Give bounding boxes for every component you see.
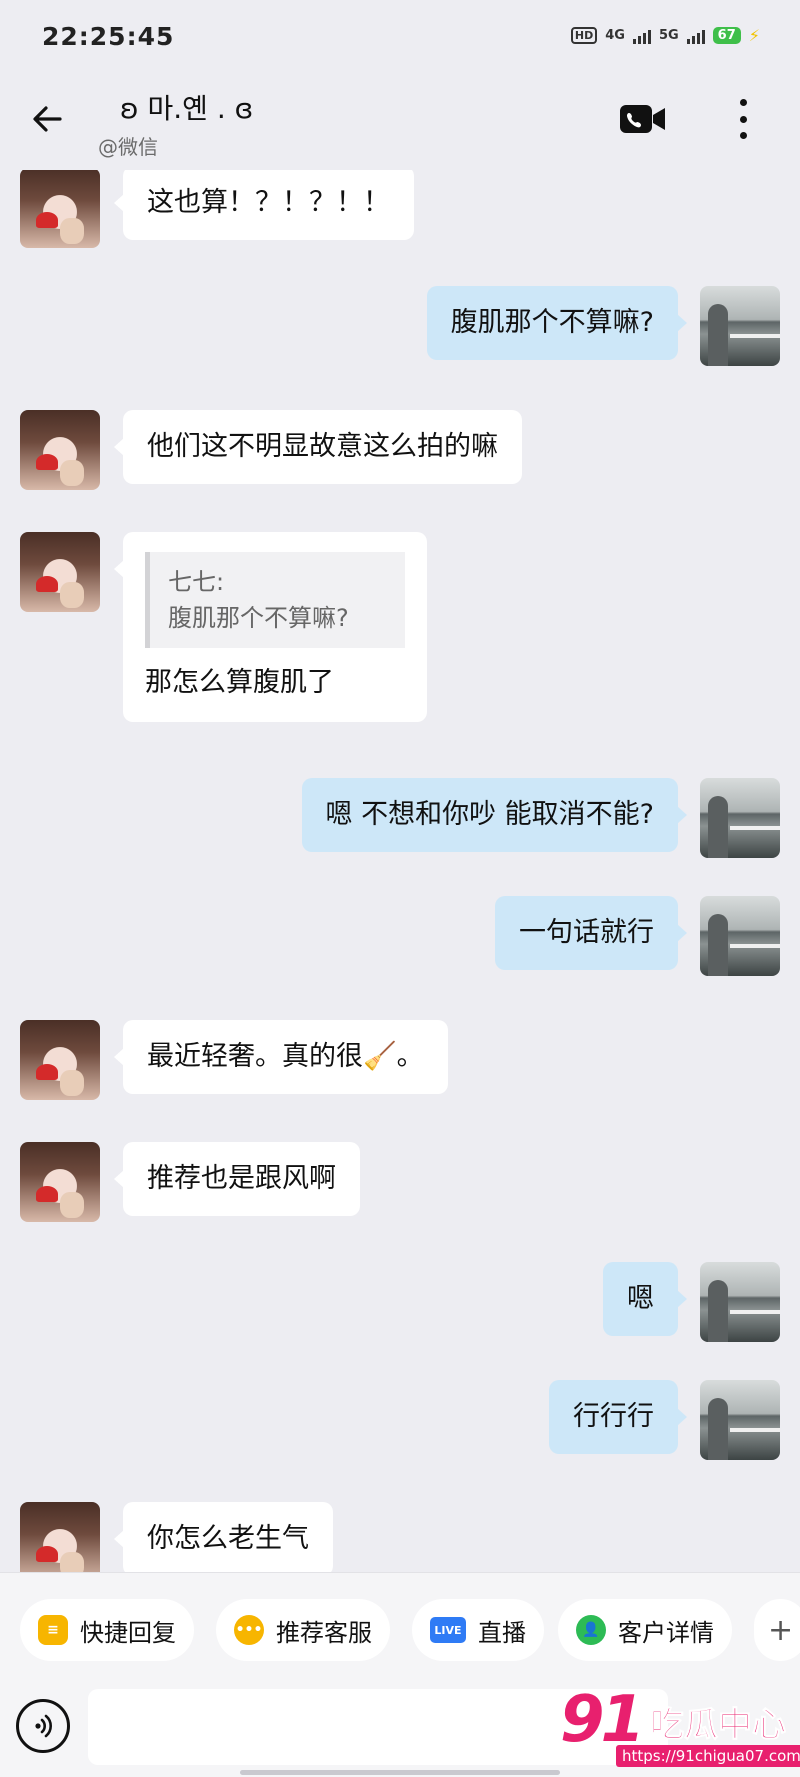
chip-label: 客户详情 (618, 1618, 714, 1647)
message-row: 腹肌那个不算嘛? (0, 286, 800, 366)
status-time: 22:25:45 (42, 22, 175, 51)
contact-avatar[interactable] (20, 170, 100, 248)
chat-header: ʚ 마.옌 . ɞ @微信 (0, 75, 800, 170)
recommend-service-icon: ••• (234, 1615, 264, 1645)
message-bubble[interactable]: 嗯 (603, 1262, 687, 1336)
my-avatar[interactable] (700, 1380, 780, 1460)
chat-title: ʚ 마.옌 . ɞ (120, 92, 254, 125)
contact-avatar[interactable] (20, 1502, 100, 1572)
my-avatar[interactable] (700, 778, 780, 858)
message-row: 行行行 (0, 1380, 800, 1460)
chip-label: 快捷回复 (80, 1618, 176, 1647)
quick-action-bar: ≡ 快捷回复 ••• 推荐客服 LIVE 直播 👤 客户详情 + (0, 1572, 800, 1687)
home-indicator[interactable] (240, 1770, 560, 1775)
message-bubble[interactable]: 推荐也是跟风啊 (114, 1142, 360, 1216)
more-options-button[interactable] (728, 95, 758, 143)
message-row: 这也算！？！？！！ (0, 170, 800, 250)
input-bar: 91 吃瓜中心 https://91chigua07.com (0, 1683, 800, 1777)
my-avatar[interactable] (700, 896, 780, 976)
message-bubble[interactable]: 这也算！？！？！！ (114, 170, 414, 240)
contact-avatar[interactable] (20, 1142, 100, 1222)
status-bar: 22:25:45 HD 4G 5G 67 ⚡ (0, 0, 800, 75)
message-bubble[interactable]: 行行行 (549, 1380, 687, 1454)
contact-avatar[interactable] (20, 410, 100, 490)
signal-4g-icon (632, 28, 651, 44)
more-options-icon (739, 99, 747, 106)
message-row: 嗯 (0, 1262, 800, 1342)
status-icons: HD 4G 5G 67 ⚡ (570, 26, 760, 45)
message-row: 一句话就行 (0, 896, 800, 976)
message-bubble[interactable]: 你怎么老生气 (114, 1502, 333, 1572)
quick-reply-icon: ≡ (38, 1615, 68, 1645)
customer-detail-icon: 👤 (576, 1615, 606, 1645)
contact-avatar[interactable] (20, 1020, 100, 1100)
customer-detail-chip[interactable]: 👤 客户详情 (558, 1599, 732, 1661)
hd-icon: HD (570, 27, 598, 44)
contact-avatar[interactable] (20, 532, 100, 612)
video-call-icon (620, 105, 665, 133)
net-4g-label: 4G (605, 28, 625, 43)
chat-subtitle: @微信 (98, 135, 158, 159)
my-avatar[interactable] (700, 1262, 780, 1342)
message-row: 七七: 腹肌那个不算嘛? 那怎么算腹肌了 (0, 532, 800, 722)
net-5g-label: 5G (658, 28, 679, 43)
quote-text: 腹肌那个不算嘛? (168, 604, 349, 632)
quoted-message-bubble[interactable]: 七七: 腹肌那个不算嘛? 那怎么算腹肌了 (114, 532, 427, 722)
message-row: 他们这不明显故意这么拍的嘛 (0, 410, 800, 490)
message-row: 最近轻奢。真的很🧹。 (0, 1020, 800, 1100)
battery-icon: 67 (712, 27, 741, 44)
message-bubble[interactable]: 一句话就行 (495, 896, 687, 970)
quick-reply-chip[interactable]: ≡ 快捷回复 (20, 1599, 194, 1661)
message-bubble[interactable]: 他们这不明显故意这么拍的嘛 (114, 410, 522, 484)
message-row: 推荐也是跟风啊 (0, 1142, 800, 1222)
message-bubble[interactable]: 嗯 不想和你吵 能取消不能? (301, 778, 687, 852)
quote-sender: 七七: (168, 568, 225, 596)
charging-icon: ⚡ (748, 26, 760, 45)
quote-box[interactable]: 七七: 腹肌那个不算嘛? (145, 552, 405, 648)
live-icon: LIVE (430, 1617, 466, 1643)
signal-5g-icon (686, 28, 705, 44)
video-call-button[interactable] (618, 99, 668, 139)
message-bubble[interactable]: 最近轻奢。真的很🧹。 (114, 1020, 448, 1094)
message-list[interactable]: 这也算！？！？！！ 腹肌那个不算嘛? 他们这不明显故意这么拍的嘛 七七: 腹肌那… (0, 170, 800, 1572)
more-actions-chip[interactable]: + (754, 1599, 800, 1661)
message-row: 你怎么老生气 (0, 1502, 800, 1572)
back-arrow-icon (33, 106, 62, 132)
chip-label: 直播 (478, 1618, 526, 1647)
plus-icon: + (768, 1612, 794, 1648)
message-row: 嗯 不想和你吵 能取消不能? (0, 778, 800, 858)
chip-label: 推荐客服 (276, 1618, 372, 1647)
voice-input-button[interactable] (16, 1699, 70, 1753)
watermark-logo: 91 吃瓜中心 https://91chigua07.com (560, 1683, 800, 1777)
live-chip[interactable]: LIVE 直播 (412, 1599, 544, 1661)
voice-icon (35, 1714, 52, 1738)
back-button[interactable] (24, 95, 72, 143)
my-avatar[interactable] (700, 286, 780, 366)
watermark-title: 吃瓜中心 (650, 1705, 787, 1746)
recommend-service-chip[interactable]: ••• 推荐客服 (216, 1599, 390, 1661)
message-bubble[interactable]: 腹肌那个不算嘛? (426, 286, 688, 360)
reply-text: 那怎么算腹肌了 (145, 667, 334, 698)
watermark-url: https://91chigua07.com (616, 1745, 800, 1767)
